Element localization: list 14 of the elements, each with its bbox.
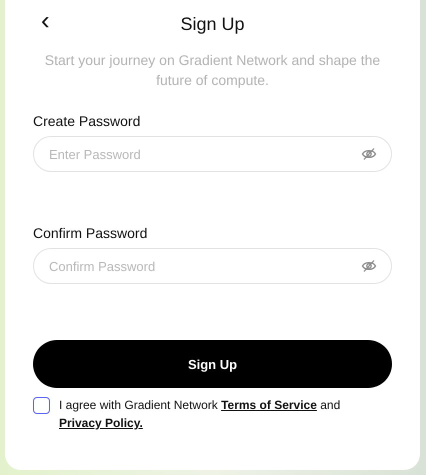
agreement-text: I agree with Gradient Network Terms of Service and Privacy Policy. <box>59 397 342 432</box>
field-label: Confirm Password <box>33 224 148 242</box>
privacy-link[interactable]: Privacy Policy. <box>59 416 143 430</box>
page-title: Sign Up <box>180 14 245 34</box>
back-button[interactable]: ‹ <box>37 10 54 30</box>
sign-up-button[interactable]: Sign Up <box>33 340 392 388</box>
subtitle: Start your journey on Gradient Network and shape the future of compute. <box>44 51 382 90</box>
agree-checkbox[interactable] <box>33 397 50 414</box>
terms-link[interactable]: Terms of Service <box>221 398 317 412</box>
eye-slash-icon[interactable] <box>361 258 377 274</box>
password-field[interactable]: Confirm Password <box>33 248 392 284</box>
field-label: Create Password <box>33 112 140 130</box>
eye-slash-icon[interactable] <box>361 146 377 162</box>
password-field[interactable]: Enter Password <box>33 136 392 172</box>
